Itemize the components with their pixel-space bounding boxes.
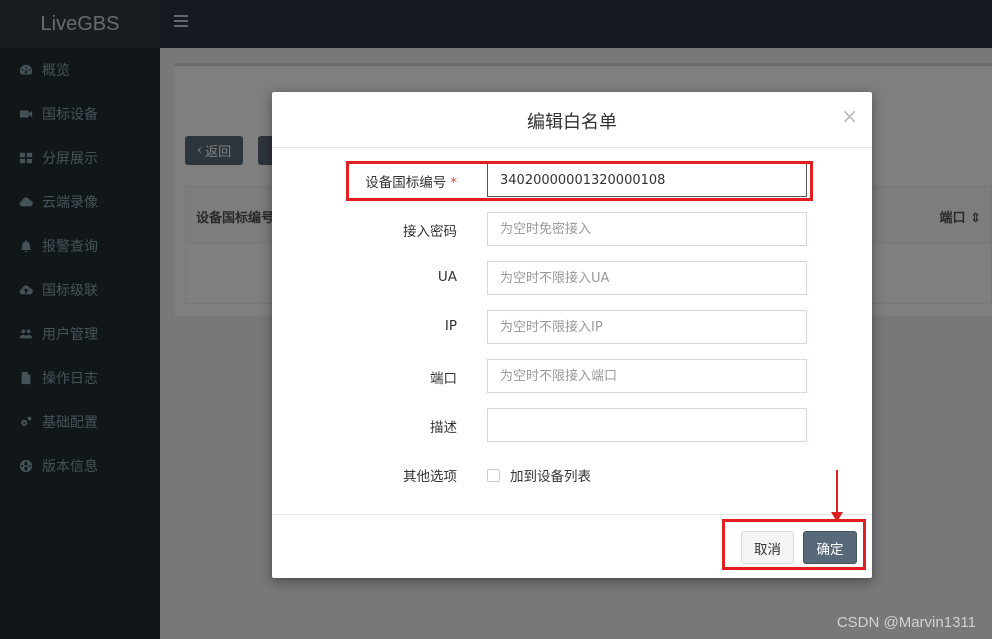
required-marker: * [450, 175, 457, 191]
checkbox[interactable] [487, 468, 500, 482]
device-id-input[interactable] [487, 163, 807, 197]
edit-whitelist-modal: 编辑白名单 × 设备国标编号* 接入密码 UA IP 端口 描述 其他选项 [272, 92, 872, 578]
ip-input[interactable] [487, 310, 807, 344]
modal-footer: 取消 确定 [272, 514, 872, 578]
device-id-label: 设备国标编号 * [365, 175, 457, 191]
ua-input[interactable] [487, 261, 807, 295]
form-row-port: 端口 [272, 359, 872, 393]
form-row-other-options: 其他选项 加到设备列表 [272, 457, 872, 491]
modal-body: 设备国标编号* 接入密码 UA IP 端口 描述 其他选项 加到设备列表 [272, 148, 872, 514]
form-row-description: 描述 [272, 408, 872, 442]
watermark: CSDN @Marvin1311 [836, 614, 976, 631]
annotation-arrow-head [831, 512, 843, 522]
other-options-label: 其他选项 [403, 469, 457, 485]
password-label: 接入密码 [403, 224, 457, 240]
form-row-password: 接入密码 [272, 212, 872, 246]
add-to-device-list-checkbox[interactable]: 加到设备列表 [487, 465, 591, 485]
close-icon[interactable]: × [841, 104, 858, 128]
confirm-button[interactable]: 确定 [803, 531, 857, 564]
form-row-device-id: 设备国标编号 * [272, 163, 872, 197]
cancel-button[interactable]: 取消 [741, 531, 794, 564]
port-label: 端口 [430, 371, 457, 387]
ip-label: IP [444, 318, 457, 334]
modal-title: 编辑白名单 [527, 112, 617, 133]
ua-label: UA [437, 269, 457, 285]
password-input[interactable] [487, 212, 807, 246]
description-label: 描述 [430, 420, 457, 436]
description-input[interactable] [487, 408, 807, 442]
form-row-ua: UA [272, 261, 872, 295]
port-input[interactable] [487, 359, 807, 393]
annotation-arrow-line [836, 470, 838, 516]
form-row-ip: IP [272, 310, 872, 344]
modal-header: 编辑白名单 × [272, 92, 872, 148]
checkbox-label[interactable]: 加到设备列表 [510, 465, 591, 485]
